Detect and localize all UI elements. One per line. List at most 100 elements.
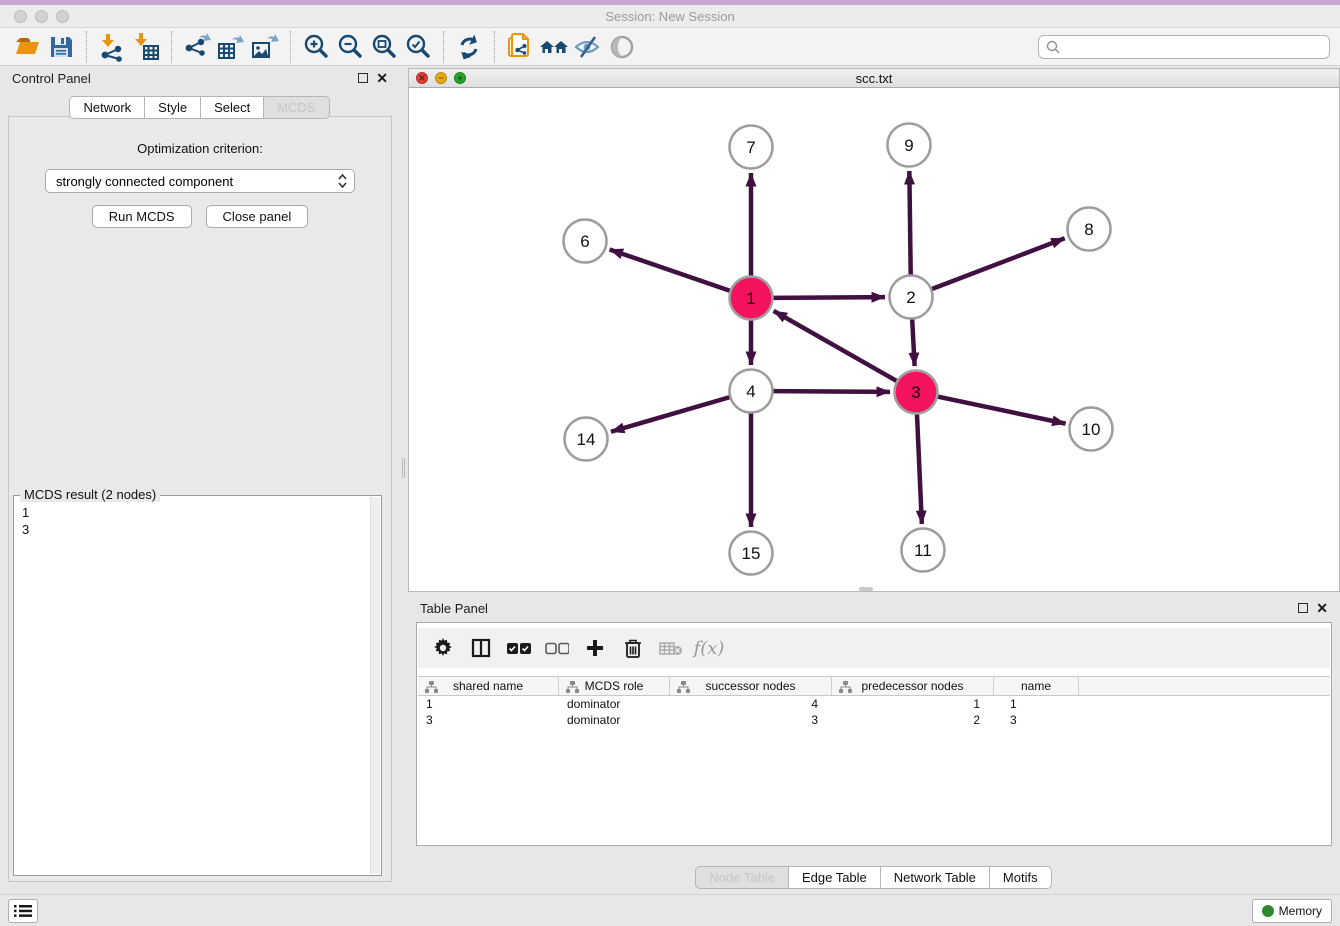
- node-label: 14: [577, 430, 596, 449]
- export-network-button[interactable]: [180, 30, 214, 64]
- optimization-select[interactable]: strongly connected component: [45, 169, 355, 193]
- toolbar-separator: [494, 31, 495, 63]
- table-toolbar: f(x): [418, 628, 1330, 668]
- float-panel-icon[interactable]: [358, 73, 368, 83]
- hide-selected-button[interactable]: [571, 30, 605, 64]
- node-8[interactable]: 8: [1068, 208, 1111, 251]
- table-row[interactable]: 3dominator323: [418, 712, 1330, 728]
- table-row[interactable]: 1dominator411: [418, 696, 1330, 712]
- edge-2-3[interactable]: [912, 319, 914, 366]
- refresh-layout-button[interactable]: [452, 30, 486, 64]
- node-7[interactable]: 7: [730, 126, 773, 169]
- hide-selected-icon: [573, 33, 603, 61]
- tab-edge-table[interactable]: Edge Table: [788, 866, 881, 889]
- mcds-result-text[interactable]: 1 3: [16, 499, 369, 874]
- save-session-button[interactable]: [44, 30, 78, 64]
- create-column-button[interactable]: [580, 633, 610, 663]
- edge-4-14[interactable]: [611, 397, 730, 432]
- show-all-icon: [608, 33, 636, 61]
- node-14[interactable]: 14: [565, 418, 608, 461]
- node-10[interactable]: 10: [1070, 408, 1113, 451]
- network-canvas[interactable]: 7 9 6 8 1 2 4 3 14 10 15 11: [409, 88, 1339, 591]
- toolbar-separator: [86, 31, 87, 63]
- node-1[interactable]: 1: [730, 277, 773, 320]
- column-header-predecessor-nodes[interactable]: predecessor nodes: [832, 677, 994, 695]
- node-6[interactable]: 6: [564, 220, 607, 263]
- show-all-button[interactable]: [605, 30, 639, 64]
- node-3[interactable]: 3: [895, 371, 938, 414]
- table-cell: 1: [832, 696, 994, 712]
- tab-mcds[interactable]: MCDS: [263, 96, 329, 119]
- tab-motifs[interactable]: Motifs: [989, 866, 1052, 889]
- export-image-icon: [250, 32, 280, 62]
- table-cell: 1: [418, 696, 559, 712]
- open-file-icon: [14, 33, 41, 60]
- zoom-out-button[interactable]: [333, 30, 367, 64]
- select-all-columns-button[interactable]: [504, 633, 534, 663]
- node-4[interactable]: 4: [730, 370, 773, 413]
- search-field[interactable]: [1038, 35, 1330, 59]
- edge-1-2[interactable]: [773, 297, 885, 298]
- column-header-MCDS-role[interactable]: MCDS role: [559, 677, 670, 695]
- edge-3-1[interactable]: [774, 311, 897, 381]
- import-network-button[interactable]: [95, 30, 129, 64]
- edge-3-11[interactable]: [917, 414, 922, 524]
- import-table-button[interactable]: [129, 30, 163, 64]
- column-label: successor nodes: [705, 679, 795, 693]
- memory-status-icon: [1262, 905, 1274, 917]
- delete-column-button[interactable]: [618, 633, 648, 663]
- node-label: 10: [1082, 420, 1101, 439]
- column-header-name[interactable]: name: [994, 677, 1079, 695]
- edge-3-10[interactable]: [938, 397, 1066, 424]
- search-input[interactable]: [1061, 37, 1329, 57]
- node-15[interactable]: 15: [730, 532, 773, 575]
- delete-table-button[interactable]: [656, 633, 686, 663]
- table-settings-button[interactable]: [428, 633, 458, 663]
- result-scrollbar[interactable]: [370, 497, 380, 874]
- function-builder-icon: f(x): [694, 638, 725, 659]
- node-9[interactable]: 9: [888, 124, 931, 167]
- close-table-panel-icon[interactable]: ✕: [1316, 603, 1328, 613]
- memory-button[interactable]: Memory: [1252, 899, 1332, 923]
- function-builder-button[interactable]: f(x): [694, 633, 724, 663]
- tab-network-table[interactable]: Network Table: [880, 866, 990, 889]
- first-neighbors-button[interactable]: [537, 30, 571, 64]
- column-header-successor-nodes[interactable]: successor nodes: [670, 677, 832, 695]
- zoom-selected-button[interactable]: [401, 30, 435, 64]
- search-icon: [1045, 39, 1061, 55]
- column-header-shared-name[interactable]: shared name: [418, 677, 559, 695]
- open-file-button[interactable]: [10, 30, 44, 64]
- table-cell: 3: [670, 712, 832, 728]
- tab-network[interactable]: Network: [69, 96, 145, 119]
- edge-2-8[interactable]: [932, 238, 1065, 289]
- edge-4-3[interactable]: [773, 391, 890, 392]
- zoom-in-button[interactable]: [299, 30, 333, 64]
- duplicate-network-button[interactable]: [503, 30, 537, 64]
- close-panel-button[interactable]: Close panel: [206, 205, 309, 228]
- close-panel-icon[interactable]: ✕: [376, 73, 388, 83]
- toolbar-separator: [171, 31, 172, 63]
- delete-column-icon: [624, 638, 642, 658]
- tab-select[interactable]: Select: [200, 96, 264, 119]
- export-image-button[interactable]: [248, 30, 282, 64]
- deselect-all-columns-button[interactable]: [542, 633, 572, 663]
- tab-style[interactable]: Style: [144, 96, 201, 119]
- task-history-button[interactable]: [8, 899, 38, 923]
- table-cell: dominator: [559, 696, 670, 712]
- tab-node-table[interactable]: Node Table: [695, 866, 789, 889]
- float-table-panel-icon[interactable]: [1298, 603, 1308, 613]
- export-table-button[interactable]: [214, 30, 248, 64]
- canvas-scroll-nub[interactable]: [859, 587, 873, 591]
- zoom-fit-button[interactable]: [367, 30, 401, 64]
- edge-1-6[interactable]: [610, 249, 731, 290]
- column-type-icon: [566, 681, 579, 693]
- panel-splitter[interactable]: [400, 66, 408, 894]
- zoom-out-icon: [336, 33, 364, 61]
- node-11[interactable]: 11: [902, 529, 945, 572]
- run-mcds-button[interactable]: Run MCDS: [92, 205, 192, 228]
- node-2[interactable]: 2: [890, 276, 933, 319]
- table-cell: dominator: [559, 712, 670, 728]
- toggle-columns-button[interactable]: [466, 633, 496, 663]
- column-type-icon: [425, 681, 438, 693]
- edge-2-9[interactable]: [909, 171, 910, 275]
